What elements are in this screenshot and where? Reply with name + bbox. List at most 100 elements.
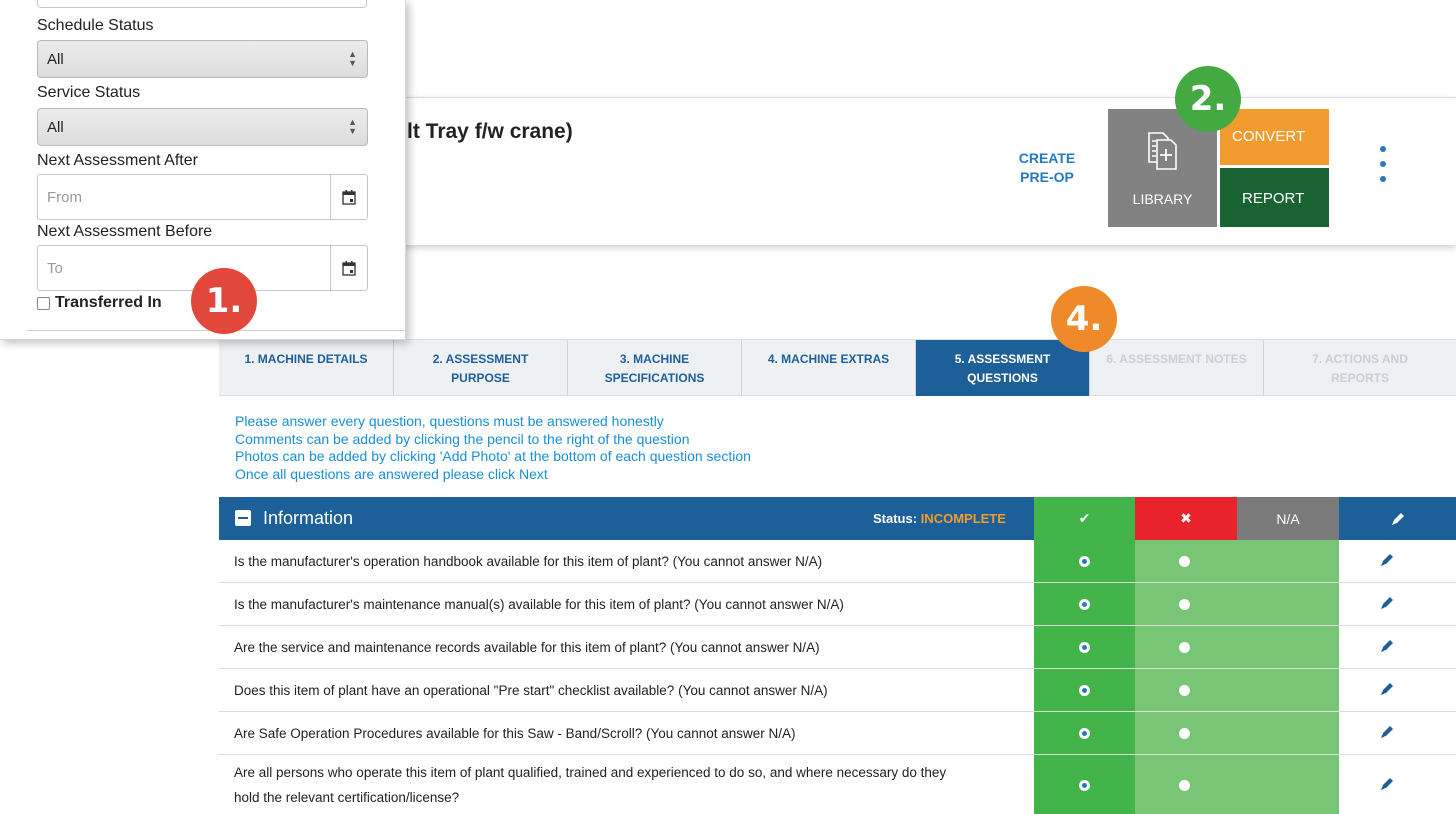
calendar-icon[interactable]: [330, 175, 367, 219]
na-column-header: N/A: [1237, 497, 1339, 540]
radio-no[interactable]: [1179, 728, 1190, 739]
radio-yes[interactable]: [1079, 779, 1090, 791]
create-preop-link[interactable]: CREATE PRE-OP: [1000, 149, 1094, 187]
radio-no[interactable]: [1179, 779, 1190, 791]
question-row: Does this item of plant have an operatio…: [219, 669, 1456, 712]
status-label: Status:: [873, 511, 918, 526]
assessment-header-card: lt Tray f/w crane) CREATE PRE-OP LIBRARY…: [230, 97, 1456, 245]
tab-machine-extras[interactable]: 4. MACHINE EXTRAS: [742, 340, 916, 396]
tab-label: 3. MACHINE: [619, 352, 690, 366]
answer-yes-cell[interactable]: [1034, 583, 1135, 625]
library-label: LIBRARY: [1132, 191, 1193, 207]
instruction-line: Please answer every question, questions …: [235, 413, 664, 429]
tab-assessment-purpose[interactable]: 2. ASSESSMENT PURPOSE: [394, 340, 568, 396]
calendar-icon[interactable]: [330, 246, 367, 290]
service-status-select[interactable]: All ▲ ▼: [37, 108, 368, 146]
machine-title: lt Tray f/w crane): [407, 120, 573, 143]
question-row: Is the manufacturer's operation handbook…: [219, 540, 1456, 583]
radio-no[interactable]: [1179, 642, 1190, 653]
service-status-value: All: [47, 119, 64, 136]
radio-yes[interactable]: [1079, 685, 1090, 696]
question-row: Is the manufacturer's maintenance manual…: [219, 583, 1456, 626]
tab-actions-and-reports[interactable]: 7. ACTIONS AND REPORTS: [1264, 340, 1456, 396]
radio-yes[interactable]: [1079, 599, 1090, 610]
question-text: Does this item of plant have an operatio…: [234, 683, 828, 698]
pencil-icon[interactable]: [1380, 596, 1394, 610]
radio-yes[interactable]: [1079, 728, 1090, 739]
tab-assessment-questions[interactable]: 5. ASSESSMENT QUESTIONS: [916, 340, 1090, 396]
schedule-status-select[interactable]: All ▲ ▼: [37, 40, 368, 78]
instructions: Please answer every question, questions …: [235, 413, 751, 483]
cross-icon: ✖: [1135, 497, 1237, 540]
create-preop-line1: CREATE: [1018, 150, 1076, 166]
question-text: Are Safe Operation Procedures available …: [234, 726, 796, 741]
pencil-icon[interactable]: [1380, 553, 1394, 567]
tab-label: QUESTIONS: [967, 371, 1038, 385]
next-after-label: Next Assessment After: [37, 152, 198, 169]
question-text: Is the manufacturer's maintenance manual…: [234, 597, 844, 612]
section-header: Information Status: INCOMPLETE ✔ ✖ N/A: [219, 497, 1456, 540]
pencil-icon[interactable]: [1380, 725, 1394, 739]
tab-label: 7. ACTIONS AND: [1312, 352, 1408, 366]
transferred-in-filter[interactable]: Transferred In: [37, 294, 162, 312]
tab-assessment-notes[interactable]: 6. ASSESSMENT NOTES: [1090, 340, 1264, 396]
pencil-icon[interactable]: [1380, 682, 1394, 696]
next-after-input[interactable]: From: [37, 174, 368, 220]
radio-no[interactable]: [1179, 685, 1190, 696]
collapse-icon[interactable]: [235, 510, 251, 526]
answer-no-na-cell[interactable]: [1135, 626, 1339, 668]
pencil-icon[interactable]: [1380, 777, 1394, 791]
transferred-in-label: Transferred In: [55, 294, 162, 311]
section-status: Status: INCOMPLETE: [873, 511, 1006, 526]
tab-label: SPECIFICATIONS: [604, 371, 705, 385]
comment-cell: [1339, 755, 1456, 814]
instruction-line: Once all questions are answered please c…: [235, 465, 548, 482]
radio-yes[interactable]: [1079, 556, 1090, 567]
answer-no-na-cell[interactable]: [1135, 669, 1339, 711]
answer-yes-cell[interactable]: [1034, 540, 1135, 582]
tab-label: 4. MACHINE EXTRAS: [767, 352, 890, 366]
tab-label: 6. ASSESSMENT NOTES: [1106, 352, 1247, 366]
previous-field-edge: [37, 0, 367, 8]
next-before-label: Next Assessment Before: [37, 223, 213, 240]
document-add-icon: [1146, 131, 1180, 174]
answer-no-na-cell[interactable]: [1135, 755, 1339, 814]
answer-yes-cell[interactable]: [1034, 626, 1135, 668]
question-text: Are the service and maintenance records …: [234, 640, 820, 655]
question-text-line: Are all persons who operate this item of…: [234, 765, 947, 780]
radio-no[interactable]: [1179, 599, 1190, 610]
check-icon: ✔: [1034, 497, 1135, 540]
wizard-tabs: 1. MACHINE DETAILS 2. ASSESSMENT PURPOSE…: [219, 339, 1456, 396]
question-text: Are all persons who operate this item of…: [234, 760, 946, 810]
status-value: INCOMPLETE: [920, 511, 1006, 526]
tab-label: PURPOSE: [451, 371, 510, 385]
answer-yes-cell[interactable]: [1034, 669, 1135, 711]
create-preop-line2: PRE-OP: [1020, 169, 1074, 185]
question-row: Are Safe Operation Procedures available …: [219, 712, 1456, 755]
comment-cell: [1339, 626, 1456, 668]
section-title: Information: [263, 508, 354, 528]
schedule-status-value: All: [47, 51, 64, 68]
radio-yes[interactable]: [1079, 642, 1090, 653]
comment-cell: [1339, 540, 1456, 582]
transferred-in-checkbox[interactable]: [37, 296, 50, 310]
answer-yes-cell[interactable]: [1034, 712, 1135, 754]
question-row: Are the service and maintenance records …: [219, 626, 1456, 669]
instruction-line: Photos can be added by clicking 'Add Pho…: [235, 448, 751, 464]
report-button[interactable]: REPORT: [1220, 168, 1329, 227]
tab-machine-specifications[interactable]: 3. MACHINE SPECIFICATIONS: [568, 340, 742, 396]
tab-machine-details[interactable]: 1. MACHINE DETAILS: [219, 340, 394, 396]
answer-no-na-cell[interactable]: [1135, 712, 1339, 754]
convert-button[interactable]: CONVERT: [1220, 109, 1329, 165]
answer-no-na-cell[interactable]: [1135, 540, 1339, 582]
answer-no-na-cell[interactable]: [1135, 583, 1339, 625]
answer-yes-cell[interactable]: [1034, 755, 1135, 814]
vertical-dots-icon[interactable]: [1380, 146, 1392, 190]
next-before-placeholder: To: [47, 260, 63, 277]
service-status-label: Service Status: [37, 84, 141, 101]
question-text: Is the manufacturer's operation handbook…: [234, 554, 823, 569]
instruction-line: Comments can be added by clicking the pe…: [235, 430, 690, 447]
schedule-status-label: Schedule Status: [37, 17, 154, 34]
pencil-icon[interactable]: [1380, 639, 1394, 653]
radio-no[interactable]: [1179, 556, 1190, 567]
